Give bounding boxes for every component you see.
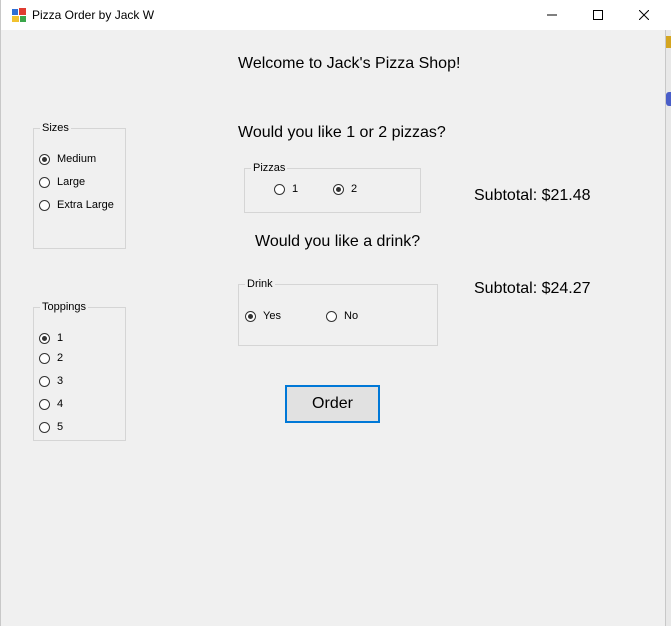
pizza-subtotal: Subtotal: $21.48 — [474, 187, 591, 204]
radio-unchecked-icon — [39, 421, 50, 433]
app-icon — [12, 8, 26, 22]
close-button[interactable] — [621, 0, 667, 30]
drink-group: Drink Yes No — [238, 277, 438, 346]
size-option-large[interactable]: Large — [39, 176, 85, 188]
toppings-group: Toppings 1 2 3 4 5 — [33, 300, 126, 441]
topping-option-label: 1 — [57, 332, 64, 344]
topping-option-5[interactable]: 5 — [39, 421, 63, 433]
radio-unchecked-icon — [39, 375, 50, 387]
radio-unchecked-icon — [274, 183, 285, 195]
size-option-medium[interactable]: Medium — [39, 153, 96, 165]
maximize-icon — [593, 10, 603, 20]
drink-option-yes[interactable]: Yes — [245, 310, 281, 322]
background-window-marker — [666, 92, 671, 106]
pizza-count-option-2[interactable]: 2 — [333, 183, 357, 195]
radio-unchecked-icon — [39, 199, 50, 211]
close-icon — [639, 10, 649, 20]
order-button[interactable]: Order — [285, 385, 380, 423]
topping-option-label: 2 — [57, 352, 64, 364]
radio-checked-icon — [39, 332, 50, 344]
topping-option-label: 4 — [57, 398, 64, 410]
radio-checked-icon — [39, 153, 50, 165]
drink-group-title: Drink — [245, 277, 275, 291]
title-bar[interactable]: Pizza Order by Jack W — [1, 0, 667, 30]
pizza-count-label: 1 — [292, 183, 299, 195]
size-option-label: Extra Large — [57, 199, 114, 211]
radio-checked-icon — [245, 310, 256, 322]
background-window-marker — [666, 36, 671, 48]
topping-option-3[interactable]: 3 — [39, 375, 63, 387]
toppings-group-title: Toppings — [40, 300, 89, 314]
window-title: Pizza Order by Jack W — [32, 8, 155, 22]
background-window-edge — [666, 30, 671, 626]
drink-option-no[interactable]: No — [326, 310, 358, 322]
topping-option-label: 3 — [57, 375, 64, 387]
topping-option-4[interactable]: 4 — [39, 398, 63, 410]
topping-option-2[interactable]: 2 — [39, 352, 63, 364]
size-option-label: Large — [57, 176, 86, 188]
pizzas-group: Pizzas 1 2 — [244, 161, 421, 213]
minimize-button[interactable] — [529, 0, 575, 30]
radio-unchecked-icon — [39, 352, 50, 364]
sizes-group-title: Sizes — [40, 121, 71, 135]
drink-option-label: No — [344, 310, 359, 322]
drink-question: Would you like a drink? — [255, 233, 421, 250]
welcome-heading: Welcome to Jack's Pizza Shop! — [238, 55, 461, 72]
size-option-label: Medium — [57, 153, 97, 165]
pizza-count-option-1[interactable]: 1 — [274, 183, 298, 195]
topping-option-1[interactable]: 1 — [39, 332, 63, 344]
drink-subtotal: Subtotal: $24.27 — [474, 280, 591, 297]
pizzas-group-title: Pizzas — [251, 161, 288, 175]
sizes-group: Sizes Medium Large Extra Large — [33, 121, 126, 249]
maximize-button[interactable] — [575, 0, 621, 30]
pizzas-question: Would you like 1 or 2 pizzas? — [238, 124, 446, 141]
radio-unchecked-icon — [39, 398, 50, 410]
main-window: Pizza Order by Jack W Welcome to Jack's … — [0, 0, 667, 626]
size-option-extra-large[interactable]: Extra Large — [39, 199, 114, 211]
drink-option-label: Yes — [263, 310, 281, 322]
topping-option-label: 5 — [57, 421, 64, 433]
radio-unchecked-icon — [326, 310, 337, 322]
radio-unchecked-icon — [39, 176, 50, 188]
pizza-count-label: 2 — [351, 183, 358, 195]
radio-checked-icon — [333, 183, 344, 195]
minimize-icon — [547, 14, 557, 16]
